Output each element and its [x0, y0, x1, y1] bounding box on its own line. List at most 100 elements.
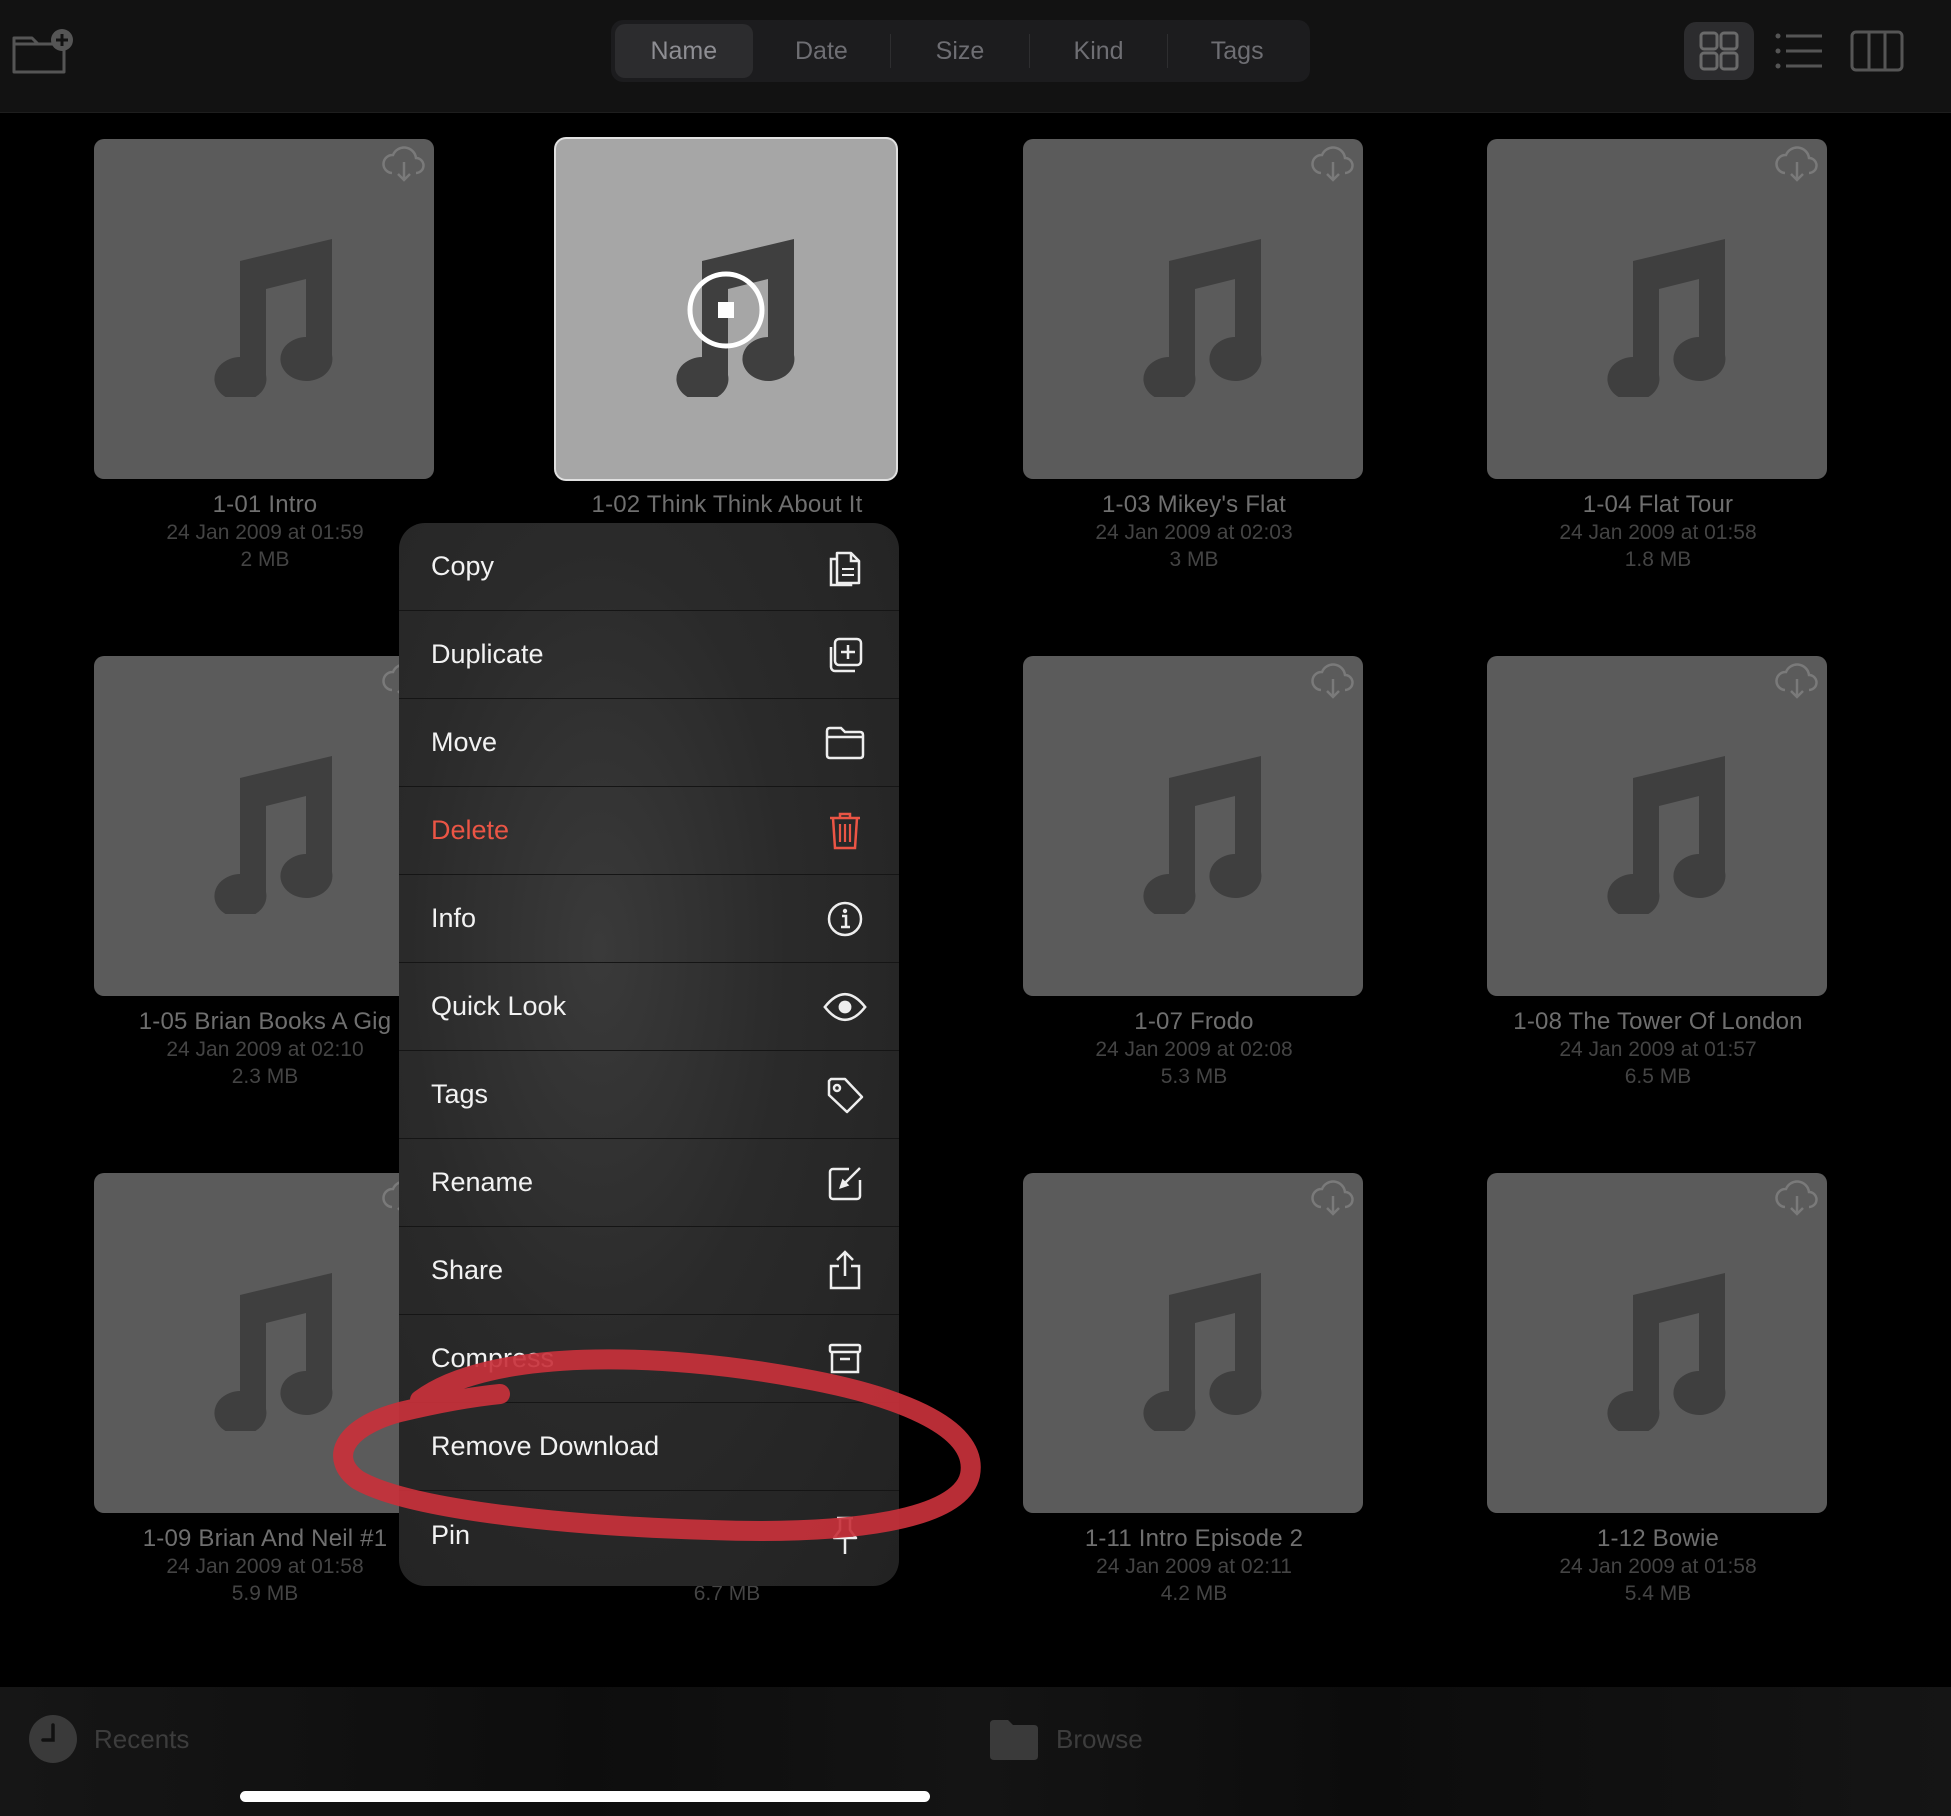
file-date: 24 Jan 2009 at 01:58: [166, 1555, 364, 1578]
toolbar: Name Date Size Kind Tags: [0, 0, 1951, 113]
file-thumbnail[interactable]: [1487, 139, 1827, 479]
sort-tab-name[interactable]: Name: [615, 24, 753, 78]
stop-playback-icon[interactable]: [686, 270, 766, 350]
menu-item-label: Tags: [431, 1079, 489, 1109]
file-name: 1-05 Brian Books A Gig: [138, 1008, 392, 1035]
file-name: 1-03 Mikey's Flat: [1101, 491, 1287, 518]
file-date: 24 Jan 2009 at 01:58: [1559, 521, 1757, 544]
clock-icon: [29, 1715, 77, 1763]
file-name: 1-02 Think Think About It: [591, 491, 863, 518]
file-tile[interactable]: 1-12 Bowie 24 Jan 2009 at 01:58 5.4 MB: [1487, 1173, 1829, 1607]
menu-item-duplicate[interactable]: Duplicate: [399, 611, 899, 699]
cloud-download-icon[interactable]: [1311, 145, 1355, 185]
file-thumbnail[interactable]: [94, 139, 434, 479]
file-thumbnail[interactable]: [94, 1173, 434, 1513]
menu-item-quick-look[interactable]: Quick Look: [399, 963, 899, 1051]
file-thumbnail[interactable]: [1023, 139, 1363, 479]
menu-item-share[interactable]: Share: [399, 1227, 899, 1315]
copy-icon: [823, 545, 867, 589]
duplicate-icon: [823, 633, 867, 677]
home-indicator: [240, 1791, 930, 1802]
file-thumbnail[interactable]: [1487, 1173, 1827, 1513]
grid-view-icon[interactable]: [1684, 22, 1754, 80]
file-tile[interactable]: 1-11 Intro Episode 2 24 Jan 2009 at 02:11…: [1023, 1173, 1365, 1607]
file-thumbnail[interactable]: [1023, 656, 1363, 996]
file-name: 1-08 The Tower Of London: [1513, 1008, 1803, 1035]
list-view-icon[interactable]: [1768, 22, 1830, 80]
file-tile[interactable]: 1-09 Brian And Neil #1 24 Jan 2009 at 01:…: [94, 1173, 436, 1607]
menu-item-label: Delete: [431, 815, 510, 845]
cloud-download-icon[interactable]: [1775, 662, 1819, 702]
file-tile[interactable]: 1-02 Think Think About It: [556, 139, 898, 573]
column-view-icon[interactable]: [1846, 22, 1908, 80]
tab-recents[interactable]: Recents: [28, 1714, 189, 1764]
menu-item-remove-download[interactable]: Remove Download: [399, 1403, 899, 1491]
cloud-download-icon[interactable]: [1775, 1179, 1819, 1219]
cloud-download-icon[interactable]: [382, 145, 426, 185]
sort-tab-size[interactable]: Size: [891, 24, 1029, 78]
file-size: 5.4 MB: [1624, 1582, 1692, 1605]
empty-icon-slot: [823, 1425, 867, 1469]
menu-item-info[interactable]: Info: [399, 875, 899, 963]
cloud-download-icon[interactable]: [1311, 1179, 1355, 1219]
file-size: 5.3 MB: [1160, 1065, 1228, 1088]
file-thumbnail[interactable]: [1023, 1173, 1363, 1513]
menu-item-move[interactable]: Move: [399, 699, 899, 787]
new-folder-icon[interactable]: [10, 24, 80, 80]
menu-item-compress[interactable]: Compress: [399, 1315, 899, 1403]
file-date: 24 Jan 2009 at 01:59: [166, 521, 364, 544]
file-tile[interactable]: 1-08 The Tower Of London 24 Jan 2009 at 0…: [1487, 656, 1829, 1090]
music-note-icon: [182, 227, 342, 401]
file-name: 1-01 Intro: [212, 491, 318, 518]
menu-item-pin[interactable]: Pin: [399, 1491, 899, 1579]
file-size: 5.9 MB: [231, 1582, 299, 1605]
archive-icon: [823, 1337, 867, 1381]
file-date: 24 Jan 2009 at 02:10: [166, 1038, 364, 1061]
file-tile[interactable]: 1-04 Flat Tour 24 Jan 2009 at 01:58 1.8 MB: [1487, 139, 1829, 573]
file-tile[interactable]: 1-05 Brian Books A Gig 24 Jan 2009 at 02:…: [94, 656, 436, 1090]
file-date: 24 Jan 2009 at 02:08: [1095, 1038, 1293, 1061]
menu-item-label: Share: [431, 1255, 504, 1285]
sort-tab-date[interactable]: Date: [753, 24, 891, 78]
music-note-icon: [1111, 1261, 1271, 1435]
file-tile[interactable]: 1-07 Frodo 24 Jan 2009 at 02:08 5.3 MB: [1023, 656, 1365, 1090]
sort-segmented-control: Name Date Size Kind Tags: [611, 20, 1310, 82]
file-name: 1-04 Flat Tour: [1582, 491, 1734, 518]
file-thumbnail[interactable]: [556, 139, 896, 479]
menu-item-label: Info: [431, 903, 477, 933]
file-name: 1-07 Frodo: [1134, 1008, 1254, 1035]
share-icon: [823, 1249, 867, 1293]
cloud-download-icon[interactable]: [1775, 145, 1819, 185]
file-name: 1-09 Brian And Neil #1: [142, 1525, 388, 1552]
rename-icon: [823, 1161, 867, 1205]
file-name: 1-11 Intro Episode 2: [1084, 1525, 1304, 1552]
file-size: 4.2 MB: [1160, 1582, 1228, 1605]
folder-icon: [823, 721, 867, 765]
file-tile[interactable]: 1-01 Intro 24 Jan 2009 at 01:59 2 MB: [94, 139, 436, 573]
file-date: 24 Jan 2009 at 01:58: [1559, 1555, 1757, 1578]
menu-item-delete[interactable]: Delete: [399, 787, 899, 875]
menu-item-label: Move: [431, 727, 498, 757]
menu-item-tags[interactable]: Tags: [399, 1051, 899, 1139]
tab-browse-label: Browse: [1056, 1723, 1143, 1754]
file-thumbnail[interactable]: [94, 656, 434, 996]
menu-item-label: Rename: [431, 1167, 534, 1197]
sort-tab-tags[interactable]: Tags: [1168, 24, 1306, 78]
file-thumbnail[interactable]: [1487, 656, 1827, 996]
menu-item-copy[interactable]: Copy: [399, 523, 899, 611]
file-tile[interactable]: 1-03 Mikey's Flat 24 Jan 2009 at 02:03 3 M…: [1023, 139, 1365, 573]
file-size: 2 MB: [240, 548, 290, 571]
music-note-icon: [1575, 744, 1735, 918]
tag-icon: [823, 1073, 867, 1117]
file-date: 24 Jan 2009 at 02:03: [1095, 521, 1293, 544]
music-note-icon: [1111, 227, 1271, 401]
music-note-icon: [182, 1261, 342, 1435]
tab-browse[interactable]: Browse: [988, 1714, 1143, 1764]
context-menu: Copy Duplicate Move Delete Info Quick Look Tag…: [399, 523, 899, 1586]
menu-item-rename[interactable]: Rename: [399, 1139, 899, 1227]
pin-icon: [823, 1513, 867, 1557]
sort-tab-kind[interactable]: Kind: [1030, 24, 1168, 78]
cloud-download-icon[interactable]: [1311, 662, 1355, 702]
file-grid: 1-01 Intro 24 Jan 2009 at 01:59 2 MB 1-02 T…: [0, 112, 1951, 1687]
menu-item-label: Duplicate: [431, 639, 544, 669]
